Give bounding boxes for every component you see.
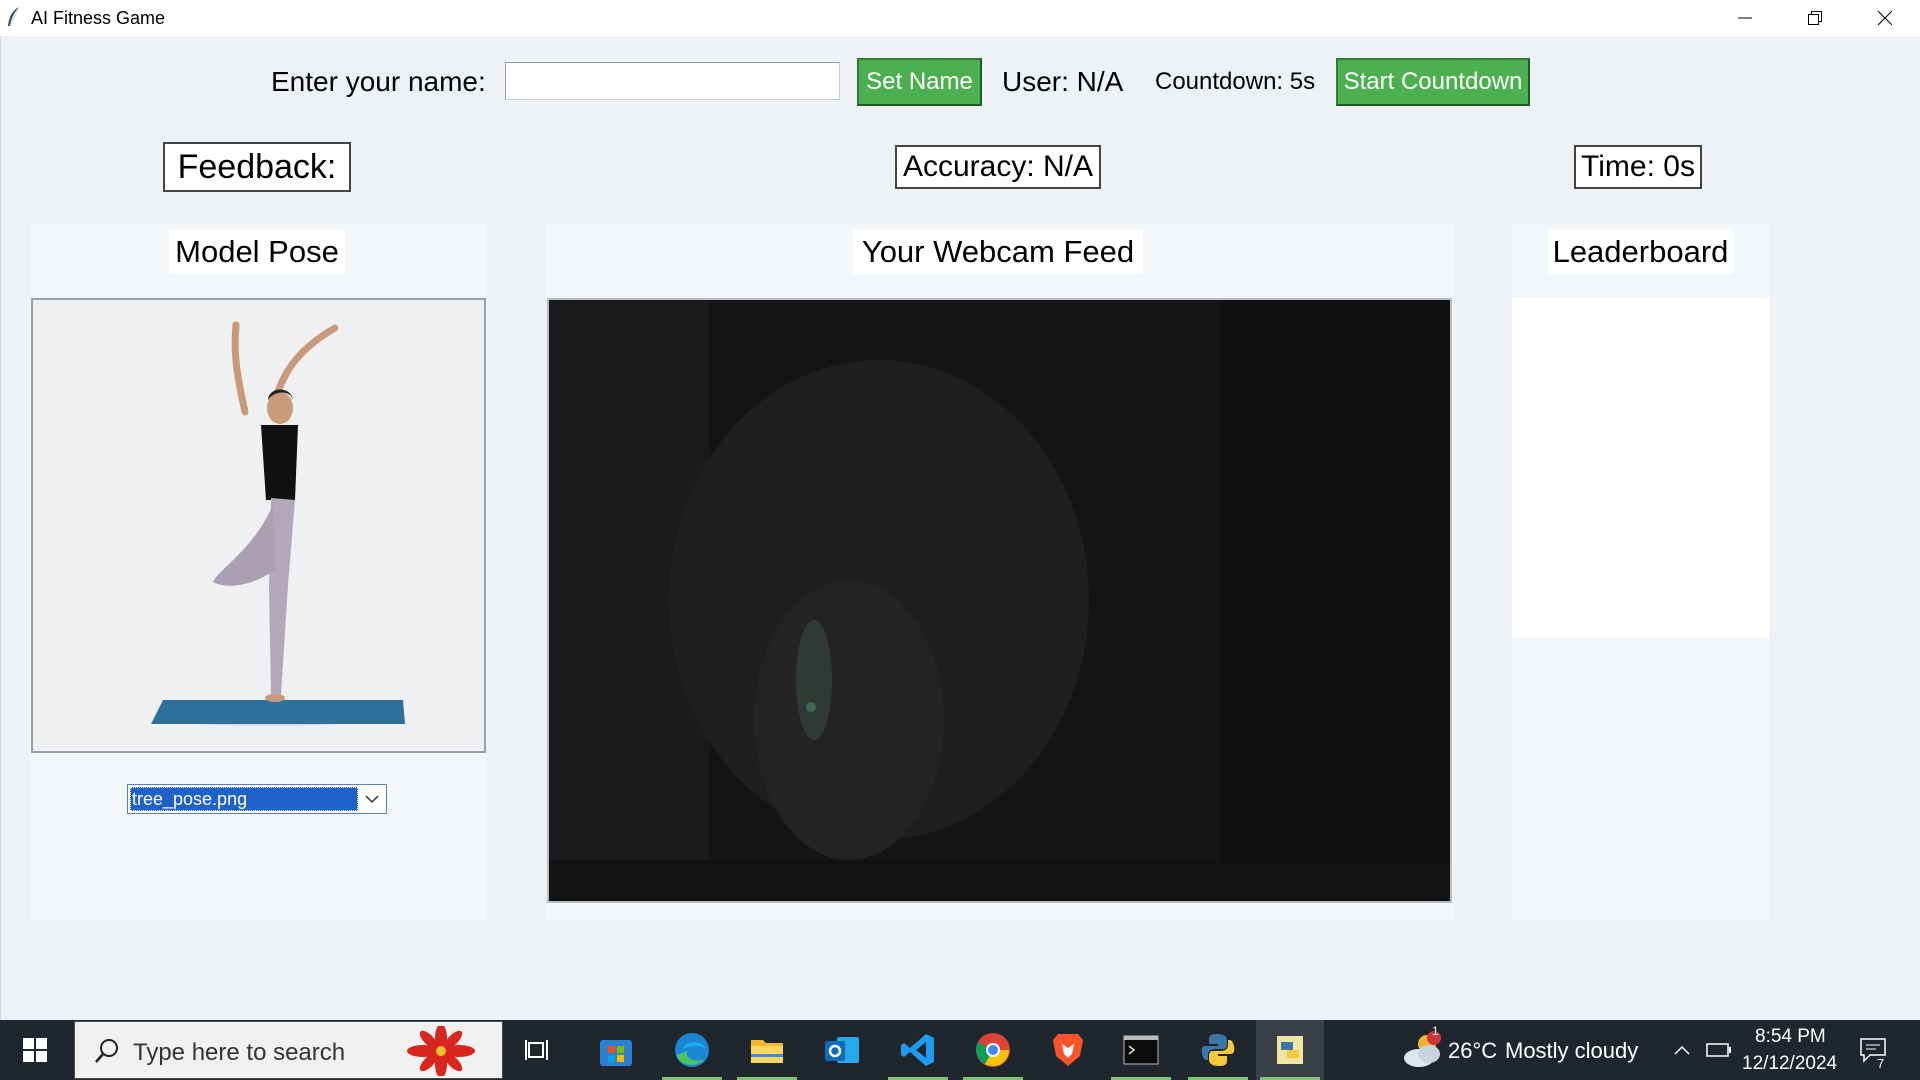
restore-icon xyxy=(1808,11,1822,25)
name-label: Enter your name: xyxy=(271,66,486,97)
minimize-button[interactable] xyxy=(1710,0,1780,36)
accuracy-label: Accuracy: N/A xyxy=(895,145,1101,189)
restore-button[interactable] xyxy=(1780,0,1850,36)
taskbar-python-idle[interactable] xyxy=(1256,1020,1324,1080)
taskbar-chrome[interactable] xyxy=(962,1020,1024,1080)
chevron-down-icon[interactable] xyxy=(358,785,386,813)
search-placeholder: Type here to search xyxy=(133,1039,346,1066)
close-icon xyxy=(1877,10,1893,26)
taskbar-terminal[interactable] xyxy=(1110,1020,1172,1080)
chrome-icon xyxy=(976,1033,1010,1067)
task-view-icon xyxy=(525,1040,548,1060)
windows-logo-icon xyxy=(23,1038,47,1062)
user-label: User: N/A xyxy=(1002,66,1124,97)
taskbar-vscode[interactable] xyxy=(887,1020,949,1080)
window-title: AI Fitness Game xyxy=(31,8,166,28)
taskbar: Type here to search 1 26°C Mostly cloudy… xyxy=(0,1020,1920,1080)
outlook-icon xyxy=(825,1037,859,1063)
clock-time[interactable]: 8:54 PM xyxy=(1755,1026,1826,1048)
battery-icon xyxy=(1706,1043,1731,1057)
taskbar-edge[interactable] xyxy=(661,1020,723,1080)
model-pose-title: Model Pose xyxy=(169,229,345,274)
minimize-icon xyxy=(1738,17,1752,19)
feather-icon xyxy=(8,6,20,27)
notifications-button[interactable] xyxy=(1850,1020,1895,1080)
taskbar-brave[interactable] xyxy=(1037,1020,1099,1080)
clock-date[interactable]: 12/12/2024 xyxy=(1742,1053,1837,1075)
taskbar-search-box[interactable]: Type here to search xyxy=(74,1021,503,1079)
close-button[interactable] xyxy=(1850,0,1920,36)
leaderboard-title: Leaderboard xyxy=(1548,229,1733,274)
battery-button[interactable] xyxy=(1703,1020,1735,1080)
leaderboard-list[interactable] xyxy=(1512,298,1769,637)
search-icon xyxy=(95,1039,118,1063)
taskbar-outlook[interactable] xyxy=(811,1020,873,1080)
vscode-icon xyxy=(901,1034,934,1066)
python-icon xyxy=(1201,1034,1235,1066)
terminal-icon xyxy=(1123,1035,1159,1065)
webcam-title: Your Webcam Feed xyxy=(853,229,1143,274)
poinsettia-icon xyxy=(407,1026,475,1076)
start-countdown-button[interactable]: Start Countdown xyxy=(1336,58,1530,106)
taskbar-python[interactable] xyxy=(1187,1020,1249,1080)
taskbar-store[interactable] xyxy=(585,1020,647,1080)
edge-icon xyxy=(675,1033,709,1067)
title-bar: AI Fitness Game xyxy=(0,0,1920,36)
weather-desc: Mostly cloudy xyxy=(1505,1038,1639,1063)
countdown-label: Countdown: 5s xyxy=(1155,68,1316,95)
brave-icon xyxy=(1053,1034,1083,1066)
name-input[interactable] xyxy=(505,62,840,100)
microsoft-store-icon xyxy=(600,1040,632,1066)
time-label: Time: 0s xyxy=(1574,145,1702,189)
webcam-feed xyxy=(547,298,1452,903)
task-view-button[interactable] xyxy=(508,1020,570,1080)
pose-select-value: tree_pose.png xyxy=(130,787,358,811)
chevron-up-icon xyxy=(1674,1045,1690,1055)
folder-icon xyxy=(751,1040,783,1063)
feedback-label: Feedback: xyxy=(163,142,351,192)
weather-temp: 26°C xyxy=(1448,1038,1498,1063)
weather-widget[interactable] xyxy=(1395,1020,1450,1080)
show-hidden-icons-button[interactable] xyxy=(1666,1020,1698,1080)
start-button[interactable] xyxy=(0,1020,70,1080)
model-pose-image xyxy=(31,298,486,753)
pose-select[interactable]: tree_pose.png xyxy=(127,784,387,814)
notification-count: 7 xyxy=(1877,1056,1885,1071)
weather-badge: 1 xyxy=(1432,1024,1439,1038)
taskbar-file-explorer[interactable] xyxy=(736,1020,798,1080)
python-idle-icon xyxy=(1277,1036,1303,1064)
set-name-button[interactable]: Set Name xyxy=(857,58,982,106)
